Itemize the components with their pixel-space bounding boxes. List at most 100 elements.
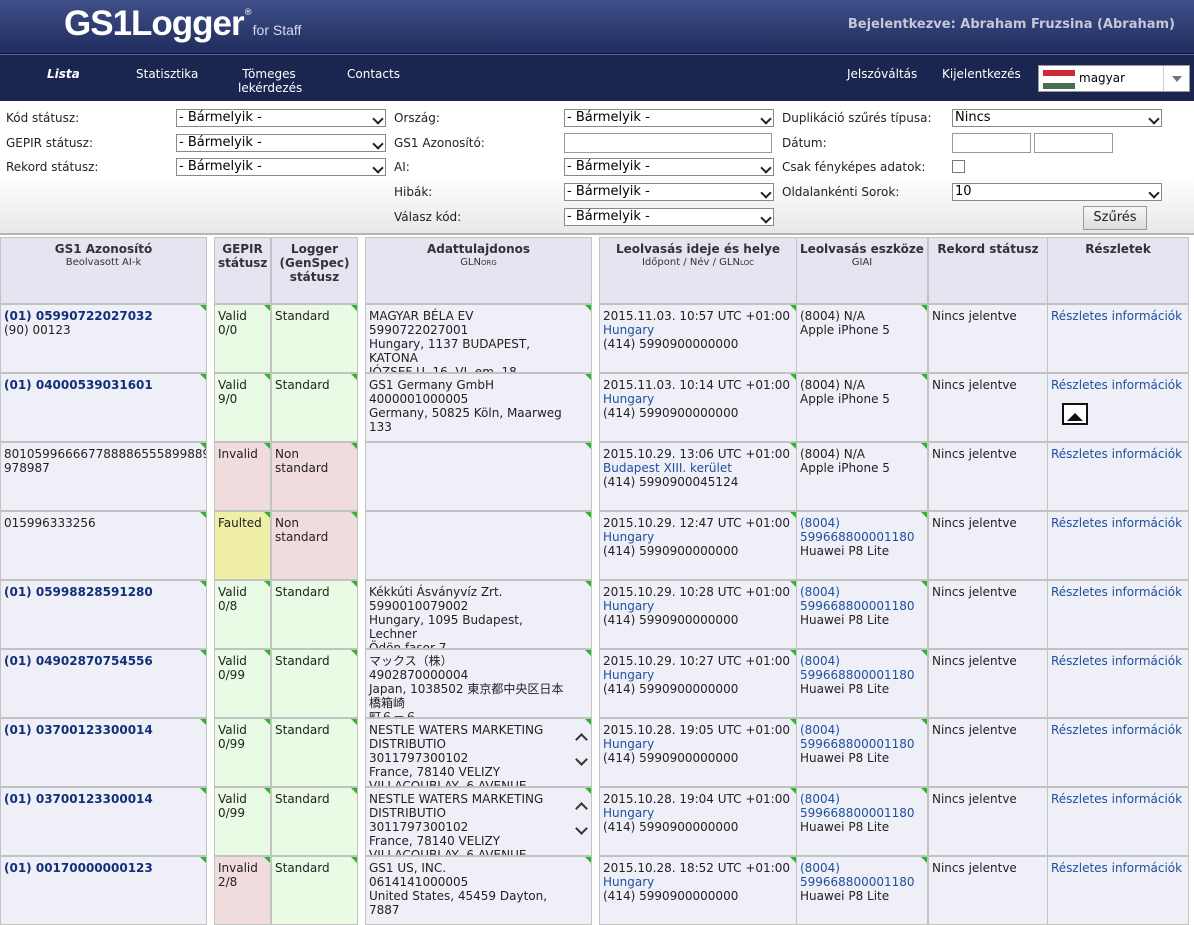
logger-status-cell: Standard (271, 856, 358, 925)
gs1-cell: (01) 05990722027032 (90) 00123 (0, 304, 207, 373)
scroll-down-icon[interactable] (575, 755, 587, 767)
header-gepir: GEPIR státusz (214, 237, 271, 304)
logger-status-cell: Non standard (271, 442, 358, 511)
photo-icon[interactable] (1062, 403, 1088, 425)
details-link[interactable]: Részletes információk (1051, 378, 1185, 392)
details-link[interactable]: Részletes információk (1051, 447, 1185, 461)
read-location[interactable]: Hungary (603, 392, 793, 406)
device-line-1[interactable]: (8004) (800, 723, 924, 737)
owner-line-1: NESTLE WATERS MARKETING (369, 723, 544, 737)
owner-line-2: 4902870000004 (369, 668, 469, 682)
record-status: Nincs jelentve (932, 585, 1017, 599)
nav-statisztika[interactable]: Statisztika (136, 67, 198, 81)
orszag-label: Ország: (394, 111, 440, 125)
gepir-status-select[interactable]: - Bármelyik - (176, 134, 386, 152)
details-link[interactable]: Részletes információk (1051, 861, 1185, 875)
device-line-1[interactable]: (8004) (800, 516, 924, 530)
owner-line-4: Ödön fasor 7. (369, 641, 451, 649)
device-line-2[interactable]: 599668800001180 (800, 599, 924, 613)
scroll-up-icon[interactable] (575, 731, 587, 743)
details-link[interactable]: Részletes információk (1051, 654, 1185, 668)
owner-line-5: VILLACOUBLAY, 6 AVENUE (369, 848, 527, 856)
details-link[interactable]: Részletes információk (1051, 585, 1185, 599)
fenykepes-checkbox[interactable] (952, 160, 965, 173)
nav-contacts[interactable]: Contacts (347, 67, 400, 81)
device-line-2[interactable]: 599668800001180 (800, 875, 924, 889)
read-location[interactable]: Hungary (603, 323, 793, 337)
device-line-1[interactable]: (8004) (800, 654, 924, 668)
owner-cell: Kékkúti Ásványvíz Zrt. 5990010079002 Hunga… (365, 580, 592, 649)
details-link[interactable]: Részletes információk (1051, 792, 1185, 806)
oldalankenti-select[interactable]: 10 (952, 183, 1162, 201)
nav-tomeges-lekerdezes[interactable]: Tömeges lekérdezés (238, 67, 302, 95)
record-status-cell: Nincs jelentve (928, 649, 1048, 718)
gs1logger-logo[interactable]: GS1Logger® for Staff (64, 4, 301, 44)
szures-button[interactable]: Szűrés (1083, 206, 1147, 230)
owner-line-3: 3011797300102 (369, 820, 469, 834)
read-cell: 2015.10.29. 12:47 UTC +01:00 Hungary (414)… (599, 511, 797, 580)
read-location[interactable]: Hungary (603, 668, 793, 682)
language-select[interactable]: magyar (1038, 65, 1190, 92)
device-line-2[interactable]: 599668800001180 (800, 530, 924, 544)
read-location[interactable]: Hungary (603, 737, 793, 751)
owner-cell (365, 442, 592, 511)
device-name: Huawei P8 Lite (800, 613, 890, 627)
details-cell: Részletes információk (1047, 304, 1189, 373)
scroll-down-icon[interactable] (575, 824, 587, 836)
device-line-2[interactable]: 599668800001180 (800, 668, 924, 682)
device-line-2[interactable]: 599668800001180 (800, 806, 924, 820)
chevron-down-icon[interactable] (1163, 66, 1189, 91)
details-link[interactable]: Részletes információk (1051, 516, 1185, 530)
read-location[interactable]: Hungary (603, 530, 793, 544)
device-name: Huawei P8 Lite (800, 544, 890, 558)
details-cell: Részletes információk (1047, 442, 1189, 511)
hibak-label: Hibák: (394, 185, 433, 199)
rekord-status-select[interactable]: - Bármelyik - (176, 158, 386, 176)
duplikacio-select[interactable]: Nincs (952, 109, 1162, 127)
device-line-1[interactable]: (8004) (800, 861, 924, 875)
nav-lista[interactable]: Lista (47, 67, 80, 81)
ai-select[interactable]: - Bármelyik - (564, 158, 774, 176)
record-status-cell: Nincs jelentve (928, 511, 1048, 580)
device-cell: (8004) N/A Apple iPhone 5 (796, 373, 928, 442)
owner-line-2: 5990010079002 (369, 599, 469, 613)
read-gln: (414) 5990900000000 (603, 406, 739, 420)
datum-from-input[interactable] (952, 133, 1031, 153)
gs1-cell: (01) 04902870754556 (0, 649, 207, 718)
orszag-select[interactable]: - Bármelyik - (564, 109, 774, 127)
read-location[interactable]: Budapest XIII. kerület (603, 461, 793, 475)
read-location[interactable]: Hungary (603, 806, 793, 820)
device-line-2[interactable]: 599668800001180 (800, 737, 924, 751)
read-cell: 2015.10.28. 18:52 UTC +01:00 Hungary (414)… (599, 856, 797, 925)
header-logger-line1: Logger (290, 242, 339, 256)
datum-to-input[interactable] (1034, 133, 1113, 153)
header-gs1-title: GS1 Azonosító (54, 242, 153, 256)
hibak-select[interactable]: - Bármelyik - (564, 183, 774, 201)
device-line-1[interactable]: (8004) (800, 792, 924, 806)
nav-jelszovaltas[interactable]: Jelszóváltás (847, 67, 917, 81)
details-link[interactable]: Részletes információk (1051, 309, 1185, 323)
nav-kijelentkezes[interactable]: Kijelentkezés (942, 67, 1021, 81)
scroll-up-icon[interactable] (575, 800, 587, 812)
read-location[interactable]: Hungary (603, 875, 793, 889)
device-line-1[interactable]: (8004) (800, 585, 924, 599)
read-cell: 2015.10.29. 13:06 UTC +01:00 Budapest XII… (599, 442, 797, 511)
valasz-kod-select[interactable]: - Bármelyik - (564, 208, 774, 226)
device-name: Huawei P8 Lite (800, 889, 890, 903)
gs1-cell: (01) 03700123300014 (0, 787, 207, 856)
details-cell: Részletes információk (1047, 856, 1189, 925)
kod-status-select[interactable]: - Bármelyik - (176, 109, 386, 127)
gs1-azonosito-input[interactable] (564, 133, 772, 153)
read-time: 2015.11.03. 10:57 UTC +01:00 (603, 309, 790, 323)
record-status: Nincs jelentve (932, 861, 1017, 875)
header-gs1: GS1 Azonosító Beolvasott AI-k (0, 237, 207, 304)
gepir-status-cell: Faulted (214, 511, 271, 580)
read-gln: (414) 5990900000000 (603, 820, 739, 834)
device-cell: (8004) 599668800001180 Huawei P8 Lite (796, 718, 928, 787)
gs1-identifier: (01) 04902870754556 (4, 654, 153, 668)
header-record-title: Rekord státusz (937, 242, 1039, 256)
oldalankenti-label: Oldalankénti Sorok: (782, 185, 900, 199)
details-link[interactable]: Részletes információk (1051, 723, 1185, 737)
header-device-sub: GIAI (851, 257, 873, 268)
read-location[interactable]: Hungary (603, 599, 793, 613)
